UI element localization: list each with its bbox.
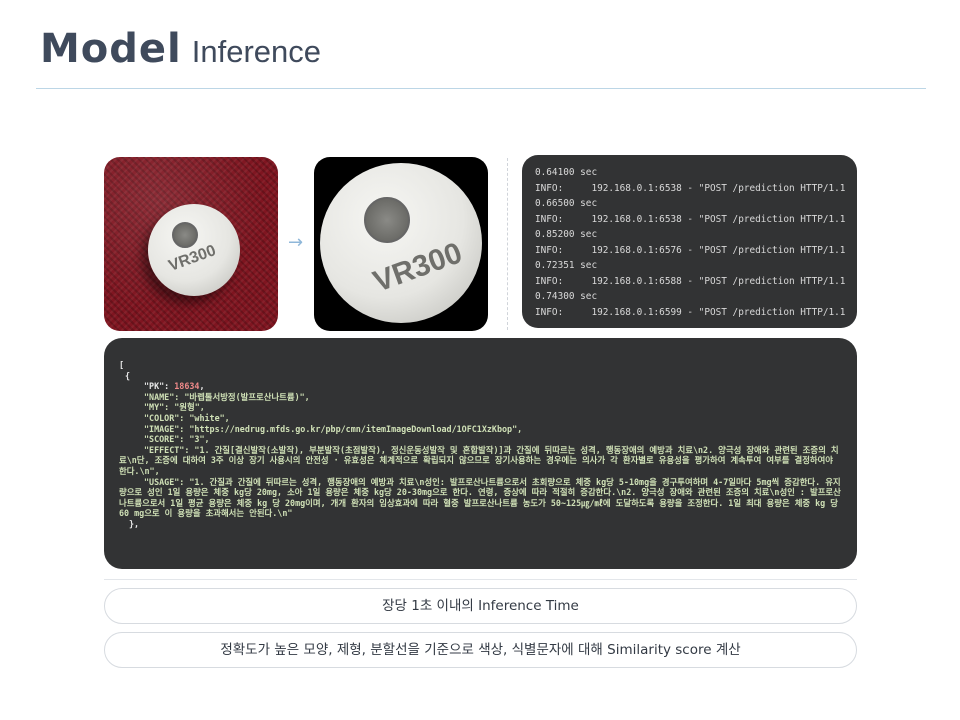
json-name-line: "NAME": "바렙톨서방정(발프로산나트륨)", [144, 391, 310, 402]
vertical-divider [507, 158, 509, 330]
log-line: INFO: 192.168.0.1:6599 - "POST /predicti… [535, 306, 846, 318]
title-light: Inference [191, 34, 322, 69]
log-line: INFO: 192.168.0.1:6538 - "POST /predicti… [535, 213, 846, 225]
json-usage-text: "USAGE": "1. 간질과 간질에 뒤따르는 성격, 행동장애의 예방과 … [119, 476, 844, 519]
json-effect-text: "EFFECT": "1. 간질[결신발작(소발작), 부분발작(초점발작), … [119, 444, 839, 476]
caption-similarity-score: 정확도가 높은 모양, 제형, 분할선을 기준으로 색상, 식별문자에 대해 S… [104, 632, 857, 668]
log-line: 0.72351 sec [535, 260, 598, 271]
log-lines: 0.64100 sec INFO: 192.168.0.1:6538 - "PO… [535, 165, 845, 320]
log-line: 0.74300 sec [535, 291, 598, 302]
log-line: 0.66500 sec [535, 198, 598, 209]
json-close-brace: }, [129, 518, 140, 529]
pill-logo-icon [364, 197, 410, 243]
json-output: [ { "PK": 18634, "NAME": "바렙톨서방정(발프로산나트륨… [119, 360, 844, 530]
log-line: INFO: 192.168.0.1:6538 - "POST /predicti… [535, 182, 846, 194]
json-color-line: "COLOR": "white", [144, 412, 230, 423]
pill-imprint: VR300 [166, 242, 219, 275]
log-line: 0.64100 sec [535, 167, 598, 178]
slide-title: Model Inference [40, 26, 321, 72]
json-my-line: "MY": "원형", [144, 402, 205, 413]
pill-logo-icon [172, 222, 198, 248]
json-open-bracket: [ [119, 360, 125, 370]
log-line: INFO: 192.168.0.1:6588 - "POST /predicti… [535, 275, 846, 287]
log-line: INFO: 192.168.0.1:6576 - "POST /predicti… [535, 244, 846, 256]
section-divider [104, 579, 857, 580]
processed-pill-photo: VR300 [314, 157, 488, 331]
pill: VR300 [320, 163, 482, 323]
caption-inference-time: 장당 1초 이내의 Inference Time [104, 588, 857, 624]
json-pk-line: "PK": 18634, [144, 381, 205, 392]
title-bold: Model [40, 26, 182, 72]
arrow-right-icon: → [288, 232, 304, 253]
pill-imprint: VR300 [368, 236, 467, 299]
server-log-panel: 0.64100 sec INFO: 192.168.0.1:6538 - "PO… [522, 155, 857, 328]
json-output-panel: [ { "PK": 18634, "NAME": "바렙톨서방정(발프로산나트륨… [104, 338, 857, 569]
json-pk-value: 18634 [174, 381, 200, 392]
json-pk-key: "PK": [144, 381, 175, 392]
log-line: 0.85200 sec [535, 229, 598, 240]
json-image-line: "IMAGE": "https://nedrug.mfds.go.kr/pbp/… [144, 423, 523, 434]
json-open-brace: { [125, 370, 131, 381]
title-underline [36, 88, 926, 89]
original-pill-photo: VR300 [104, 157, 278, 331]
pill: VR300 [148, 204, 240, 296]
json-score-line: "SCORE": "3", [144, 434, 210, 445]
